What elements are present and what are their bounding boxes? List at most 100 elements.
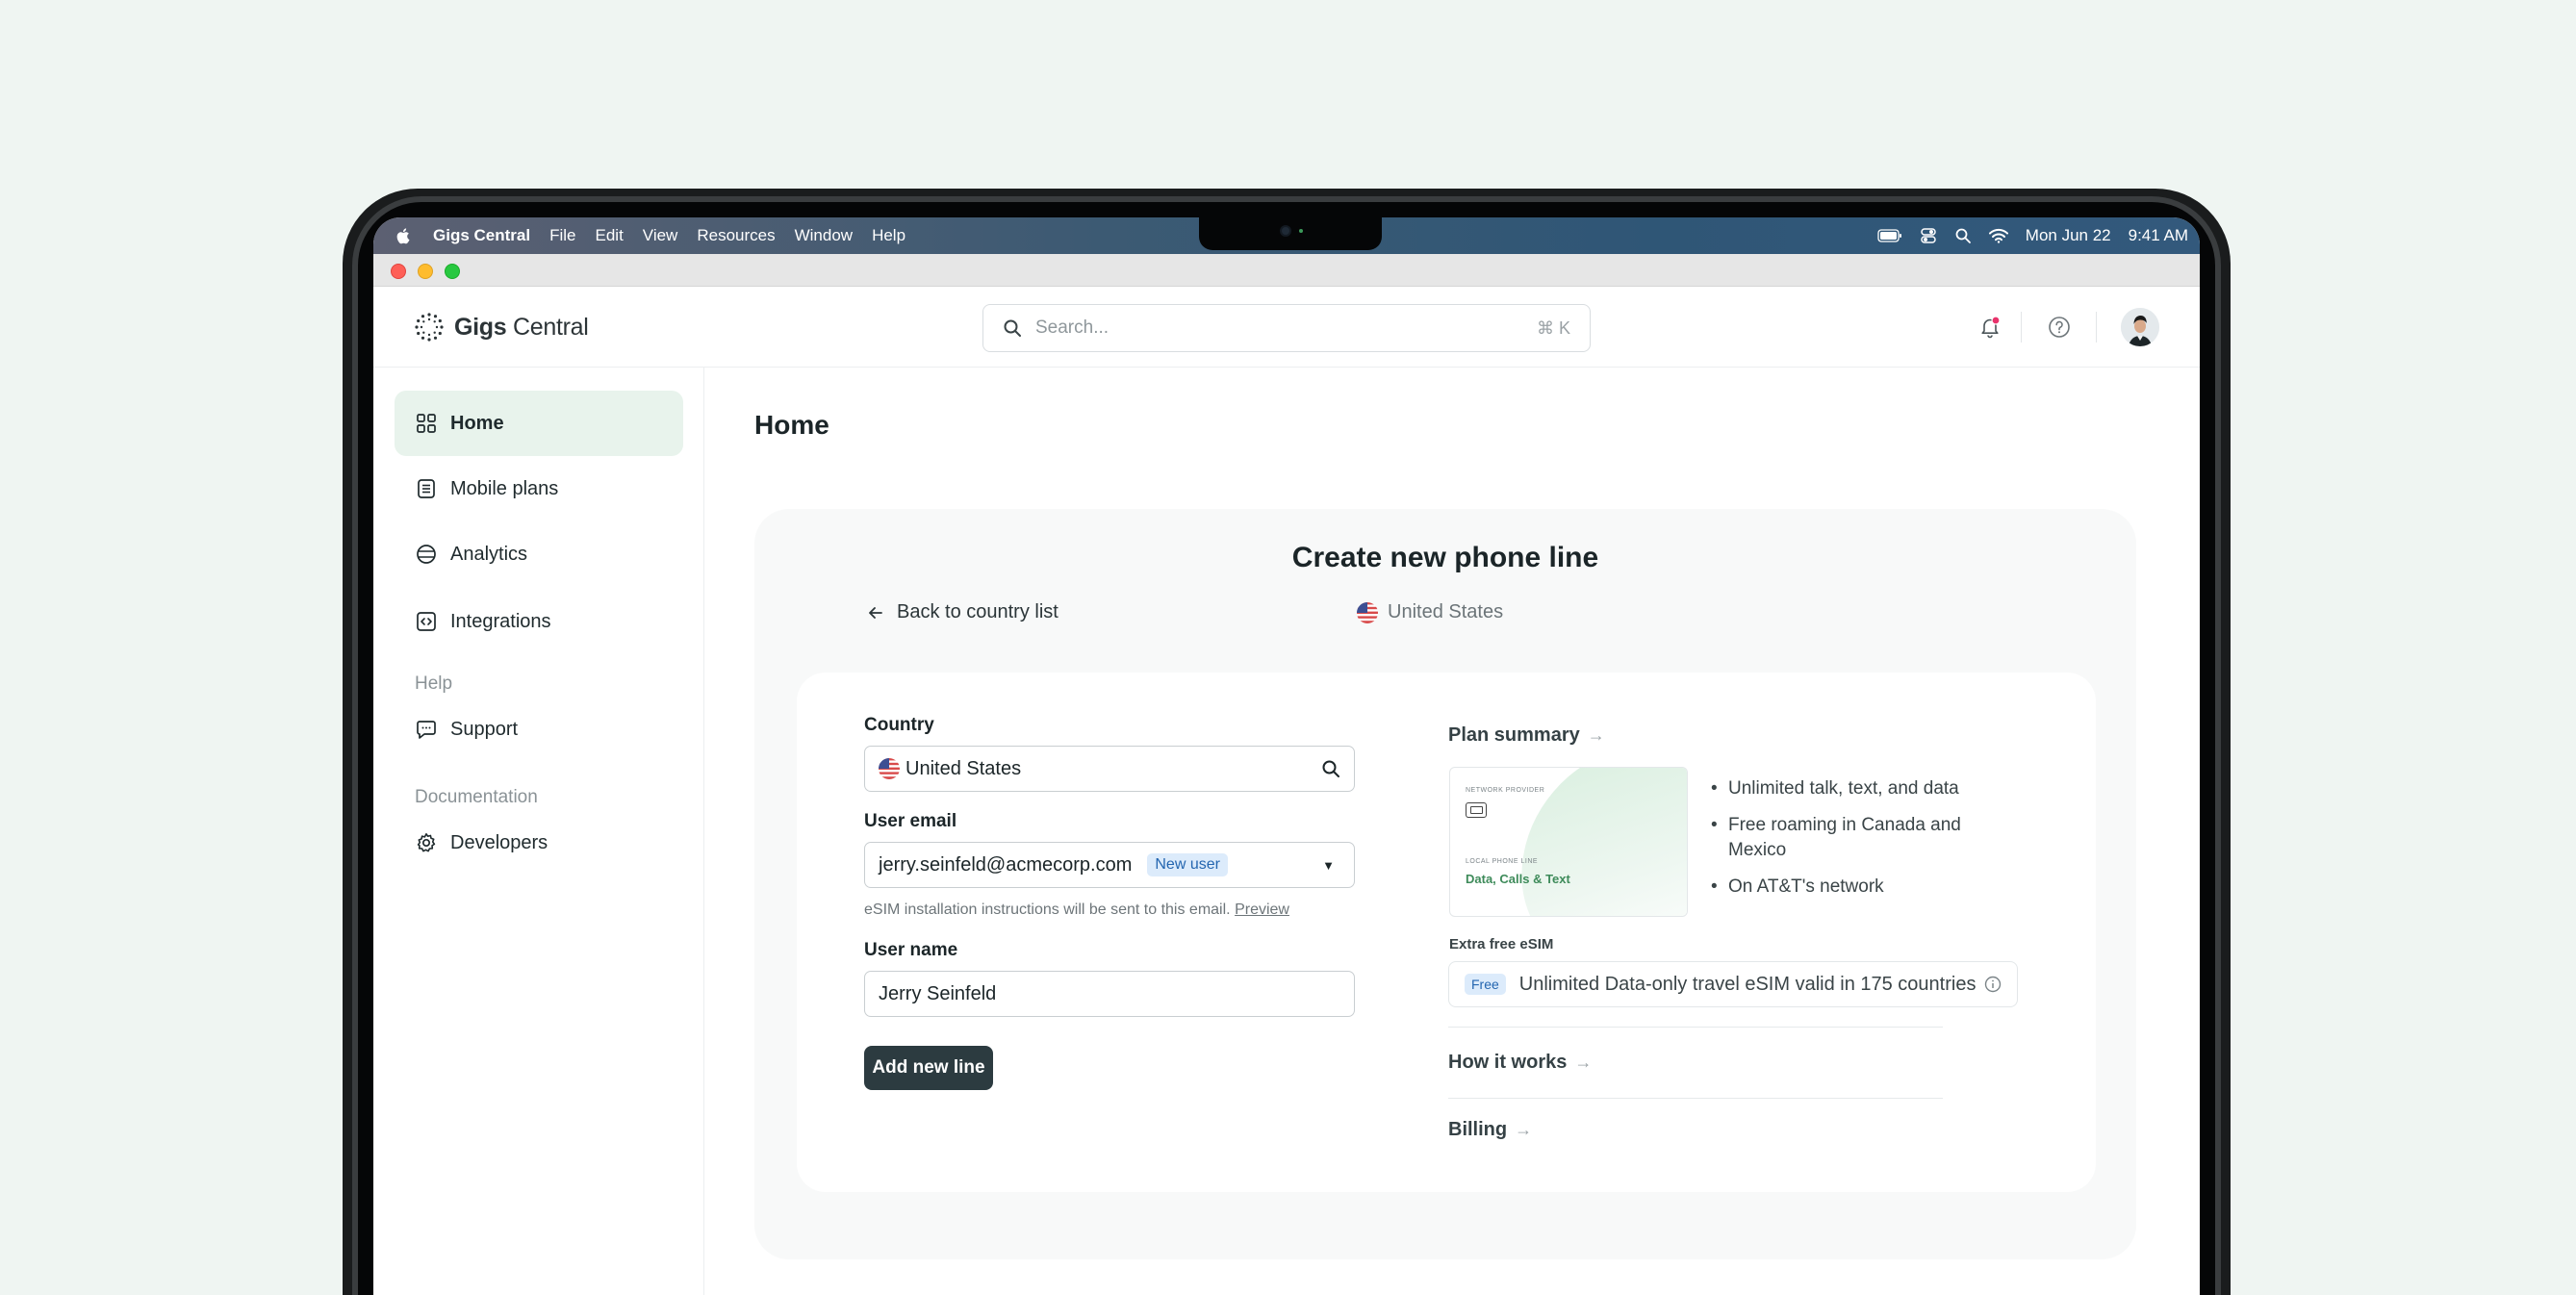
plan-summary-link[interactable]: Plan summary → [1448, 724, 1605, 747]
wifi-icon[interactable] [1988, 228, 2008, 243]
plan-card-provider-label: NETWORK PROVIDER [1466, 787, 1545, 794]
globe-icon [417, 545, 436, 564]
search-placeholder: Search... [1035, 317, 1109, 338]
window-close-button[interactable] [391, 264, 406, 279]
sidebar-item-label: Analytics [450, 543, 528, 565]
sidebar-item-label: Developers [450, 831, 548, 853]
back-to-country-list-link[interactable]: Back to country list [866, 601, 1058, 623]
plan-summary-label: Plan summary [1448, 724, 1580, 746]
sidebar-item-analytics[interactable]: Analytics [395, 521, 683, 587]
us-flag-icon [1357, 601, 1378, 623]
billing-link[interactable]: Billing → [1448, 1119, 1532, 1141]
menu-date[interactable]: Mon Jun 22 [2026, 226, 2111, 245]
main-content: Home Create new phone line Back to count… [704, 368, 2200, 1295]
sidebar-item-label: Mobile plans [450, 477, 559, 499]
name-label: User name [864, 940, 958, 960]
us-flag-icon [879, 758, 900, 779]
how-it-works-link[interactable]: How it works → [1448, 1052, 1592, 1074]
sidebar-item-label: Support [450, 718, 519, 740]
sidebar-item-home[interactable]: Home [395, 391, 683, 456]
spotlight-search-icon[interactable] [1954, 227, 1972, 244]
app-header: Gigs Central Search... ⌘ K [373, 287, 2200, 368]
header-divider [2021, 312, 2022, 343]
search-icon [1004, 319, 1021, 337]
user-avatar-icon [2121, 308, 2159, 346]
user-name-value: Jerry Seinfeld [879, 982, 997, 1004]
menu-help[interactable]: Help [872, 226, 905, 245]
plan-feature: Unlimited talk, text, and data [1709, 776, 2007, 801]
menu-resources[interactable]: Resources [697, 226, 775, 245]
divider [1448, 1027, 1943, 1028]
menu-bar: Gigs Central File Edit View Resources Wi… [373, 217, 2200, 254]
plan-card-image: NETWORK PROVIDER LOCAL PHONE LINE Data, … [1449, 767, 1688, 917]
sidebar-item-integrations[interactable]: Integrations [395, 589, 683, 654]
plan-feature: On AT&T's network [1709, 875, 2007, 900]
apple-icon[interactable] [396, 227, 412, 244]
panel-title: Create new phone line [1291, 542, 1599, 573]
gigs-logo-icon [415, 313, 444, 342]
window-minimize-button[interactable] [418, 264, 433, 279]
email-hint-text: eSIM installation instructions will be s… [864, 901, 1231, 918]
email-field[interactable]: jerry.seinfeld@acmecorp.com New user ▼ [864, 842, 1355, 888]
sim-icon [1466, 802, 1487, 818]
logo-text: Gigs Central [454, 314, 589, 342]
menu-window[interactable]: Window [795, 226, 853, 245]
preview-link[interactable]: Preview [1235, 901, 1289, 918]
arrow-right-icon: → [1574, 1053, 1593, 1072]
logo-text-regular: Central [513, 313, 589, 341]
email-value: jerry.seinfeld@acmecorp.com [879, 853, 1133, 876]
header-divider [2096, 312, 2097, 343]
gear-icon [417, 833, 436, 852]
control-center-icon[interactable] [1920, 227, 1937, 244]
free-badge: Free [1465, 974, 1506, 995]
back-link-label: Back to country list [897, 601, 1058, 622]
sidebar-item-support[interactable]: Support [395, 697, 683, 762]
battery-icon[interactable] [1877, 229, 1902, 242]
notification-bell-icon[interactable] [1977, 314, 2003, 341]
country-label: Country [864, 715, 934, 735]
window-zoom-button[interactable] [445, 264, 460, 279]
create-line-panel: Create new phone line Back to country li… [754, 509, 2136, 1259]
search-bar[interactable]: Search... ⌘ K [982, 304, 1591, 352]
chevron-down-icon[interactable]: ▼ [1322, 858, 1335, 873]
search-icon[interactable] [1321, 759, 1340, 778]
how-it-works-label: How it works [1448, 1052, 1568, 1073]
selected-country-label: United States [1388, 601, 1504, 622]
sidebar-section-documentation: Documentation [415, 787, 538, 807]
plan-features-list: Unlimited talk, text, and data Free roam… [1709, 776, 2007, 911]
selected-country: United States [1357, 601, 1503, 623]
menu-view[interactable]: View [643, 226, 678, 245]
info-icon[interactable] [1984, 976, 2002, 993]
country-field[interactable]: United States [864, 746, 1355, 792]
extra-esim-text: Unlimited Data-only travel eSIM valid in… [1518, 973, 1977, 995]
arrow-right-icon: → [1587, 725, 1605, 745]
camera-indicator [1299, 229, 1303, 233]
page-title: Home [754, 410, 829, 440]
menu-edit[interactable]: Edit [596, 226, 624, 245]
screen: Gigs Central File Edit View Resources Wi… [373, 217, 2200, 1295]
add-new-line-button[interactable]: Add new line [864, 1046, 993, 1090]
logo-text-bold: Gigs [454, 313, 507, 341]
billing-label: Billing [1448, 1119, 1508, 1140]
sidebar: Home Mobile plans Analytics Integrations… [373, 368, 704, 1295]
plan-feature: Free roaming in Canada and Mexico [1709, 813, 2007, 863]
extra-esim-row: Free Unlimited Data-only travel eSIM val… [1448, 961, 2018, 1007]
menu-app-name[interactable]: Gigs Central [433, 226, 530, 245]
menu-time[interactable]: 9:41 AM [2129, 226, 2188, 245]
sidebar-section-help: Help [415, 673, 453, 694]
new-user-badge: New user [1147, 853, 1228, 876]
menu-file[interactable]: File [549, 226, 575, 245]
app-logo[interactable]: Gigs Central [414, 312, 589, 343]
help-circle-icon[interactable] [2046, 314, 2073, 341]
form-card: Country United States User email jerry.s… [797, 673, 2096, 1192]
sidebar-item-label: Integrations [450, 610, 551, 632]
sidebar-item-label: Home [450, 412, 504, 434]
chat-icon [417, 721, 436, 739]
window-titlebar [373, 254, 2200, 287]
avatar[interactable] [2121, 308, 2159, 346]
user-name-field[interactable]: Jerry Seinfeld [864, 971, 1355, 1017]
plan-card-line-label: LOCAL PHONE LINE [1466, 858, 1539, 865]
extra-esim-label: Extra free eSIM [1449, 936, 1554, 952]
sidebar-item-developers[interactable]: Developers [395, 810, 683, 876]
sidebar-item-mobile-plans[interactable]: Mobile plans [395, 456, 683, 521]
